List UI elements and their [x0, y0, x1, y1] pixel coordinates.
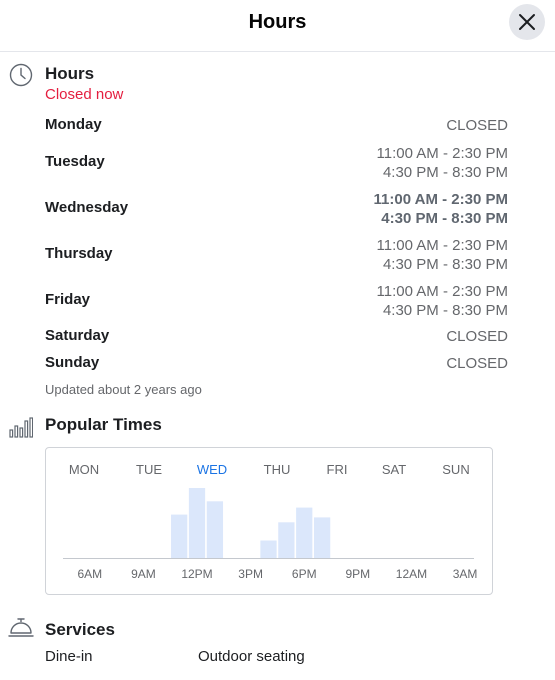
- day-tab-wed[interactable]: WED: [197, 462, 227, 477]
- day-hours: CLOSED: [446, 354, 508, 373]
- close-button[interactable]: [509, 4, 545, 40]
- services-title: Services: [45, 620, 115, 639]
- service-item: Dine-in: [45, 648, 93, 665]
- x-tick-label: 12AM: [396, 567, 427, 581]
- day-name: Wednesday: [45, 199, 129, 216]
- day-name: Thursday: [45, 245, 113, 262]
- x-tick-label: 12PM: [181, 567, 212, 581]
- day-name: Saturday: [45, 327, 110, 344]
- day-hours: 11:00 AM - 2:30 PM 4:30 PM - 8:30 PM: [377, 236, 508, 274]
- day-hours: 11:00 AM - 2:30 PM 4:30 PM - 8:30 PM: [377, 282, 508, 320]
- day-hours: CLOSED: [446, 327, 508, 346]
- day-name: Friday: [45, 291, 91, 308]
- day-hours: CLOSED: [446, 116, 508, 135]
- dialog-title: Hours: [248, 11, 307, 33]
- service-item: Outdoor seating: [198, 648, 305, 665]
- x-tick-label: 3PM: [238, 567, 263, 581]
- x-tick-label: 9AM: [131, 567, 156, 581]
- day-tab-sun[interactable]: SUN: [442, 462, 469, 477]
- hours-range: 11:00 AM - 2:30 PM: [373, 191, 509, 208]
- day-tab-tue[interactable]: TUE: [136, 462, 162, 477]
- chart-bar: [260, 540, 277, 558]
- hours-range: CLOSED: [446, 355, 508, 372]
- bar-chart-icon: [9, 417, 33, 438]
- open-status-text: Closed now: [45, 86, 124, 103]
- day-tab-thu[interactable]: THU: [264, 462, 291, 477]
- x-tick-label: 9PM: [346, 567, 371, 581]
- popular-times-svg: MON TUE WED THU FRI SAT SUN 6AM 9AM 12PM 3PM 6PM 9PM…: [63, 462, 478, 581]
- day-hours: 11:00 AM - 2:30 PM 4:30 PM - 8:30 PM: [374, 190, 509, 228]
- clock-icon: [9, 63, 33, 87]
- hours-range: 11:00 AM - 2:30 PM: [376, 283, 508, 300]
- close-icon: [519, 14, 535, 30]
- hours-range: 11:00 AM - 2:30 PM: [376, 237, 508, 254]
- day-tab-mon[interactable]: MON: [69, 462, 99, 477]
- day-name: Monday: [45, 116, 102, 133]
- hours-title: Hours: [45, 64, 95, 83]
- hours-range: 4:30 PM - 8:30 PM: [382, 164, 508, 181]
- x-tick-label: 3AM: [453, 567, 478, 581]
- updated-text: Updated about 2 years ago: [45, 382, 202, 397]
- hours-range: 4:30 PM - 8:30 PM: [382, 302, 508, 319]
- chart-bar: [278, 522, 295, 558]
- hours-range: 4:30 PM - 8:30 PM: [381, 210, 508, 227]
- chart-bar: [188, 488, 206, 558]
- chart-bar: [296, 507, 313, 558]
- popular-times-chart: MON TUE WED THU FRI SAT SUN 6AM 9AM 12PM 3PM 6PM 9PM…: [45, 447, 493, 595]
- chart-bar: [313, 517, 331, 558]
- service-bell-icon: [8, 618, 34, 637]
- day-hours: 11:00 AM - 2:30 PM 4:30 PM - 8:30 PM: [377, 144, 508, 182]
- day-tab-fri[interactable]: FRI: [327, 462, 348, 477]
- x-tick-label: 6AM: [77, 567, 102, 581]
- hours-range: 4:30 PM - 8:30 PM: [382, 256, 508, 273]
- day-name: Tuesday: [45, 153, 105, 170]
- x-tick-label: 6PM: [292, 567, 317, 581]
- day-tab-sat[interactable]: SAT: [382, 462, 406, 477]
- hours-range: 11:00 AM - 2:30 PM: [376, 145, 508, 162]
- dialog-header: Hours: [0, 0, 555, 52]
- hours-range: CLOSED: [446, 117, 508, 134]
- popular-times-title: Popular Times: [45, 415, 162, 434]
- day-name: Sunday: [45, 354, 100, 371]
- hours-range: CLOSED: [446, 328, 508, 345]
- chart-bar: [206, 501, 224, 558]
- chart-bar: [171, 514, 188, 558]
